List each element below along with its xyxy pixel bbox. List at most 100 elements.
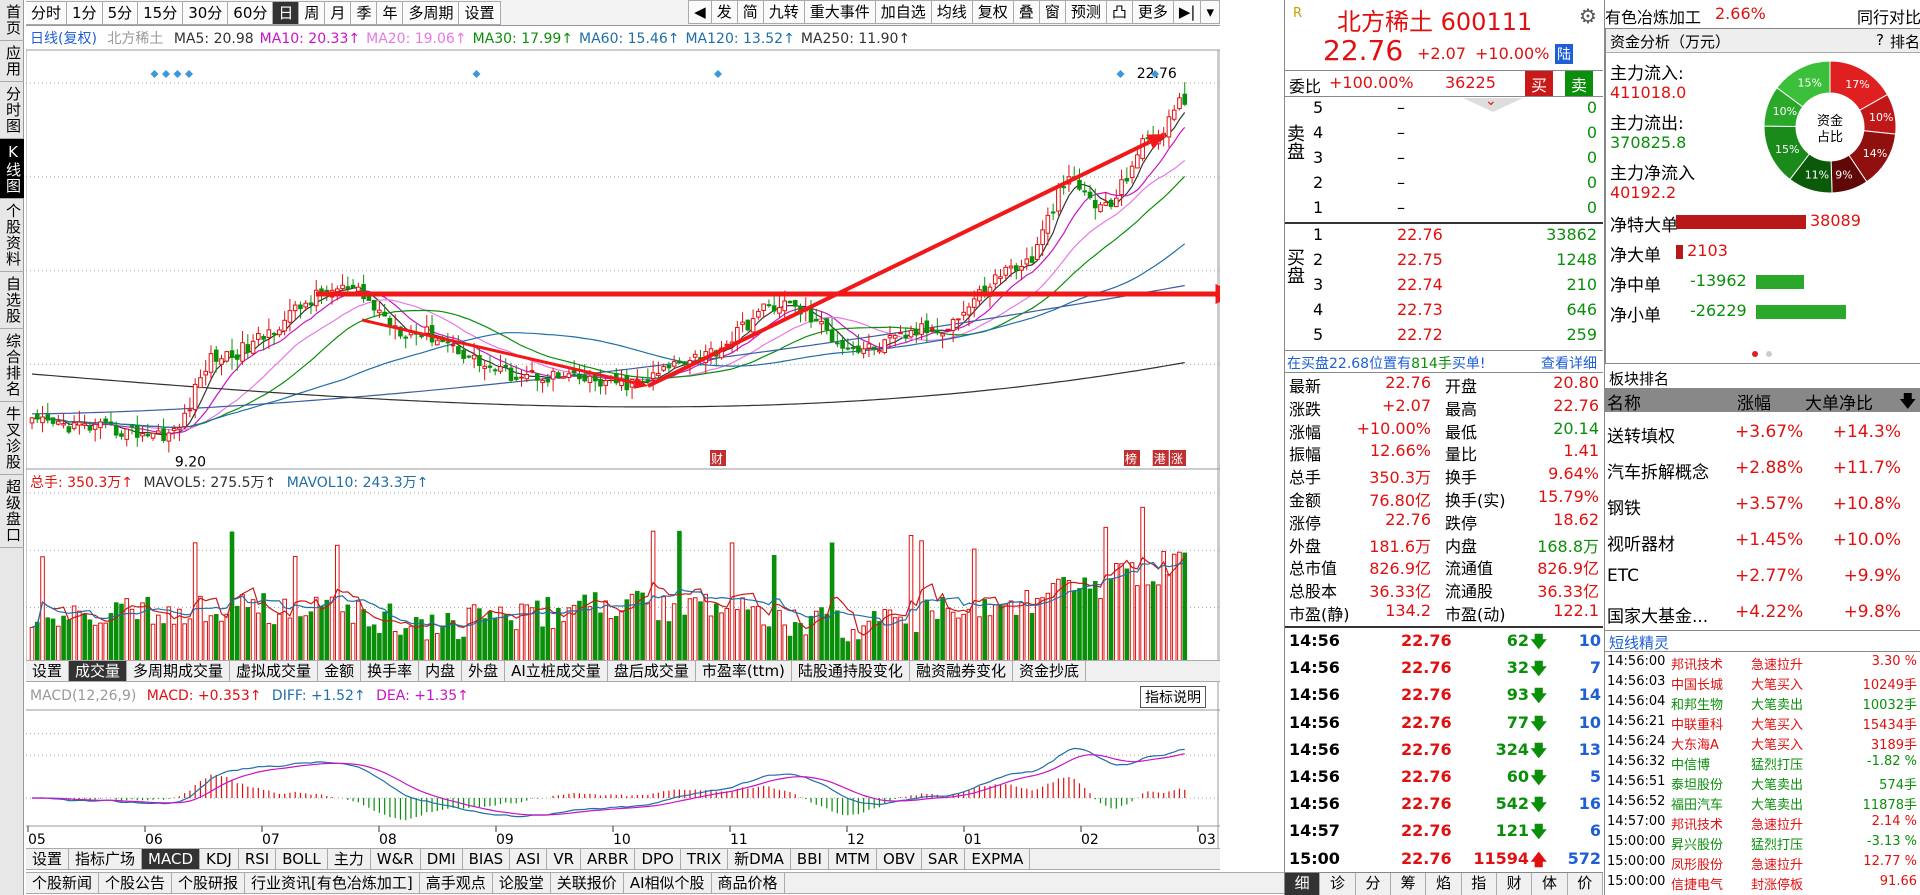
period-button-6[interactable]: 日 — [273, 0, 300, 25]
candlestick[interactable] — [166, 429, 172, 453]
toolbar-right-button-4[interactable]: 加自选 — [875, 0, 932, 24]
news-tab-4[interactable]: 高手观点 — [420, 873, 493, 893]
toolbar-right-button-10[interactable]: 凸 — [1106, 0, 1133, 24]
news-tab-6[interactable]: 关联报价 — [551, 873, 624, 893]
candlestick[interactable] — [961, 300, 966, 321]
quote-tab-7[interactable]: 体 — [1532, 873, 1568, 895]
sell-level-2[interactable]: 2 – 0 — [1285, 171, 1603, 196]
candlestick[interactable] — [903, 328, 909, 343]
candlestick[interactable] — [308, 295, 314, 315]
wizard-row[interactable]: 14:57:00 邦讯技术 急速拉升 2.14 % — [1605, 812, 1920, 833]
candlestick[interactable] — [229, 338, 235, 370]
tick-row[interactable]: 14:56 22.76 93 🡇 14 — [1285, 682, 1603, 709]
indicator-help-button[interactable]: 指标说明 — [1140, 686, 1206, 708]
sell-level-4[interactable]: 4 – 0 — [1285, 121, 1603, 146]
indicator-tab-3[interactable]: KDJ — [200, 849, 239, 869]
info-diamond-icon[interactable] — [150, 70, 159, 78]
fund-rank-link[interactable]: 排名 — [1890, 31, 1920, 52]
candlestick[interactable] — [119, 430, 124, 440]
candlestick[interactable] — [556, 370, 561, 379]
news-tab-3[interactable]: 行业资讯[有色冶炼加工] — [245, 873, 420, 893]
candlestick[interactable] — [819, 311, 824, 335]
sector-row[interactable]: 视听器材 +1.45% +10.0% — [1605, 522, 1920, 558]
buy-level-1[interactable]: 1 22.76 33862 — [1285, 223, 1603, 248]
next-end-icon[interactable]: ▶| — [1173, 0, 1202, 24]
left-tab-3[interactable]: K线图 — [0, 139, 24, 199]
sector-row[interactable]: 汽车拆解概念 +2.88% +11.7% — [1605, 450, 1920, 486]
period-button-12[interactable]: 设置 — [459, 0, 501, 25]
left-tab-8[interactable]: 超级盘口 — [0, 475, 24, 548]
drawn-arrow-horizontal[interactable] — [316, 284, 1220, 304]
candlestick[interactable] — [566, 367, 572, 382]
indicator-tab-0[interactable]: 设置 — [26, 849, 70, 869]
sell-level-5[interactable]: 5 – 0 — [1285, 96, 1603, 121]
period-button-4[interactable]: 30分 — [183, 0, 229, 25]
indicator-tab-6[interactable]: 主力 — [328, 849, 371, 869]
candlestick[interactable] — [198, 369, 203, 389]
sell-button[interactable]: 卖 — [1565, 71, 1594, 97]
news-tab-0[interactable]: 个股新闻 — [26, 873, 100, 893]
candlestick[interactable] — [240, 331, 245, 366]
buy-level-5[interactable]: 5 22.72 259 — [1285, 323, 1603, 348]
candlestick[interactable] — [340, 274, 345, 292]
wizard-row[interactable]: 15:00:00 凤形股份 急速拉升 12.77 % — [1605, 852, 1920, 873]
info-diamond-icon[interactable] — [185, 70, 193, 78]
candlestick[interactable] — [766, 299, 772, 308]
indicator-tab-15[interactable]: 新DMA — [728, 849, 791, 869]
quote-tab-3[interactable]: 筹 — [1391, 873, 1427, 895]
quote-tab-5[interactable]: 指 — [1462, 873, 1497, 895]
candlestick[interactable] — [40, 406, 45, 433]
candlestick[interactable] — [861, 341, 866, 359]
candlestick[interactable] — [692, 350, 698, 361]
candlestick[interactable] — [1108, 197, 1114, 210]
candlestick[interactable] — [519, 369, 524, 387]
sector-col-pct[interactable]: 涨幅 — [1737, 389, 1771, 414]
candlestick[interactable] — [277, 326, 282, 338]
tick-row[interactable]: 14:56 22.76 542 🡇 16 — [1285, 791, 1603, 818]
tick-row[interactable]: 14:56 22.76 77 🡇 10 — [1285, 710, 1603, 737]
candlestick[interactable] — [266, 318, 272, 349]
candlestick[interactable] — [671, 355, 677, 369]
help-icon[interactable]: ? — [1876, 31, 1884, 49]
candlestick[interactable] — [1008, 258, 1014, 278]
candlestick[interactable] — [356, 282, 361, 294]
wizard-row[interactable]: 14:56:51 泰坦股份 大笔卖出 574手 — [1605, 772, 1920, 793]
indicator-tab-2[interactable]: MACD — [142, 849, 200, 869]
left-tab-5[interactable]: 自选股 — [0, 272, 24, 329]
toolbar-right-button-6[interactable]: 复权 — [972, 0, 1014, 24]
candlestick[interactable] — [1050, 203, 1056, 221]
period-button-8[interactable]: 月 — [325, 0, 352, 25]
candlestick[interactable] — [429, 314, 435, 347]
candlestick[interactable] — [745, 319, 751, 332]
wizard-row[interactable]: 14:56:04 和邦生物 大笔卖出 10032手 — [1605, 692, 1920, 713]
candlestick[interactable] — [729, 331, 735, 353]
volume-tab-12[interactable]: 融资融券变化 — [910, 661, 1013, 681]
candlestick[interactable] — [792, 299, 798, 314]
buy-level-4[interactable]: 4 22.73 646 — [1285, 298, 1603, 323]
indicator-tab-18[interactable]: OBV — [877, 849, 922, 869]
candlestick[interactable] — [482, 361, 487, 381]
candlestick[interactable] — [656, 361, 661, 378]
candlestick[interactable] — [466, 354, 472, 359]
indicator-tab-13[interactable]: DPO — [635, 849, 681, 869]
candlestick[interactable] — [250, 334, 256, 356]
prev-arrow-icon[interactable]: ◀ — [688, 0, 712, 24]
sector-col-netratio[interactable]: 大单净比 — [1805, 389, 1873, 414]
wizard-row[interactable]: 14:56:00 邦讯技术 急速拉升 3.30 % — [1605, 652, 1920, 673]
candlestick[interactable] — [1098, 201, 1103, 213]
indicator-tab-7[interactable]: W&R — [371, 849, 421, 869]
candlestick[interactable] — [182, 404, 187, 428]
candlestick[interactable] — [224, 350, 230, 363]
candlestick[interactable] — [492, 367, 498, 376]
volume-tab-2[interactable]: 多周期成交量 — [127, 661, 231, 681]
candlestick[interactable] — [150, 432, 156, 441]
left-tab-1[interactable]: 应用 — [0, 41, 24, 82]
candlestick[interactable] — [835, 331, 840, 348]
volume-tab-5[interactable]: 换手率 — [361, 661, 420, 681]
wizard-row[interactable]: 15:00:00 昇兴股份 猛烈打压 -3.13 % — [1605, 832, 1920, 853]
quote-tab-0[interactable]: 细 — [1285, 873, 1321, 895]
candlestick[interactable] — [524, 365, 530, 383]
toolbar-right-button-7[interactable]: 叠 — [1013, 0, 1040, 24]
indicator-tab-1[interactable]: 指标广场 — [69, 849, 143, 869]
candlestick[interactable] — [1124, 167, 1130, 185]
